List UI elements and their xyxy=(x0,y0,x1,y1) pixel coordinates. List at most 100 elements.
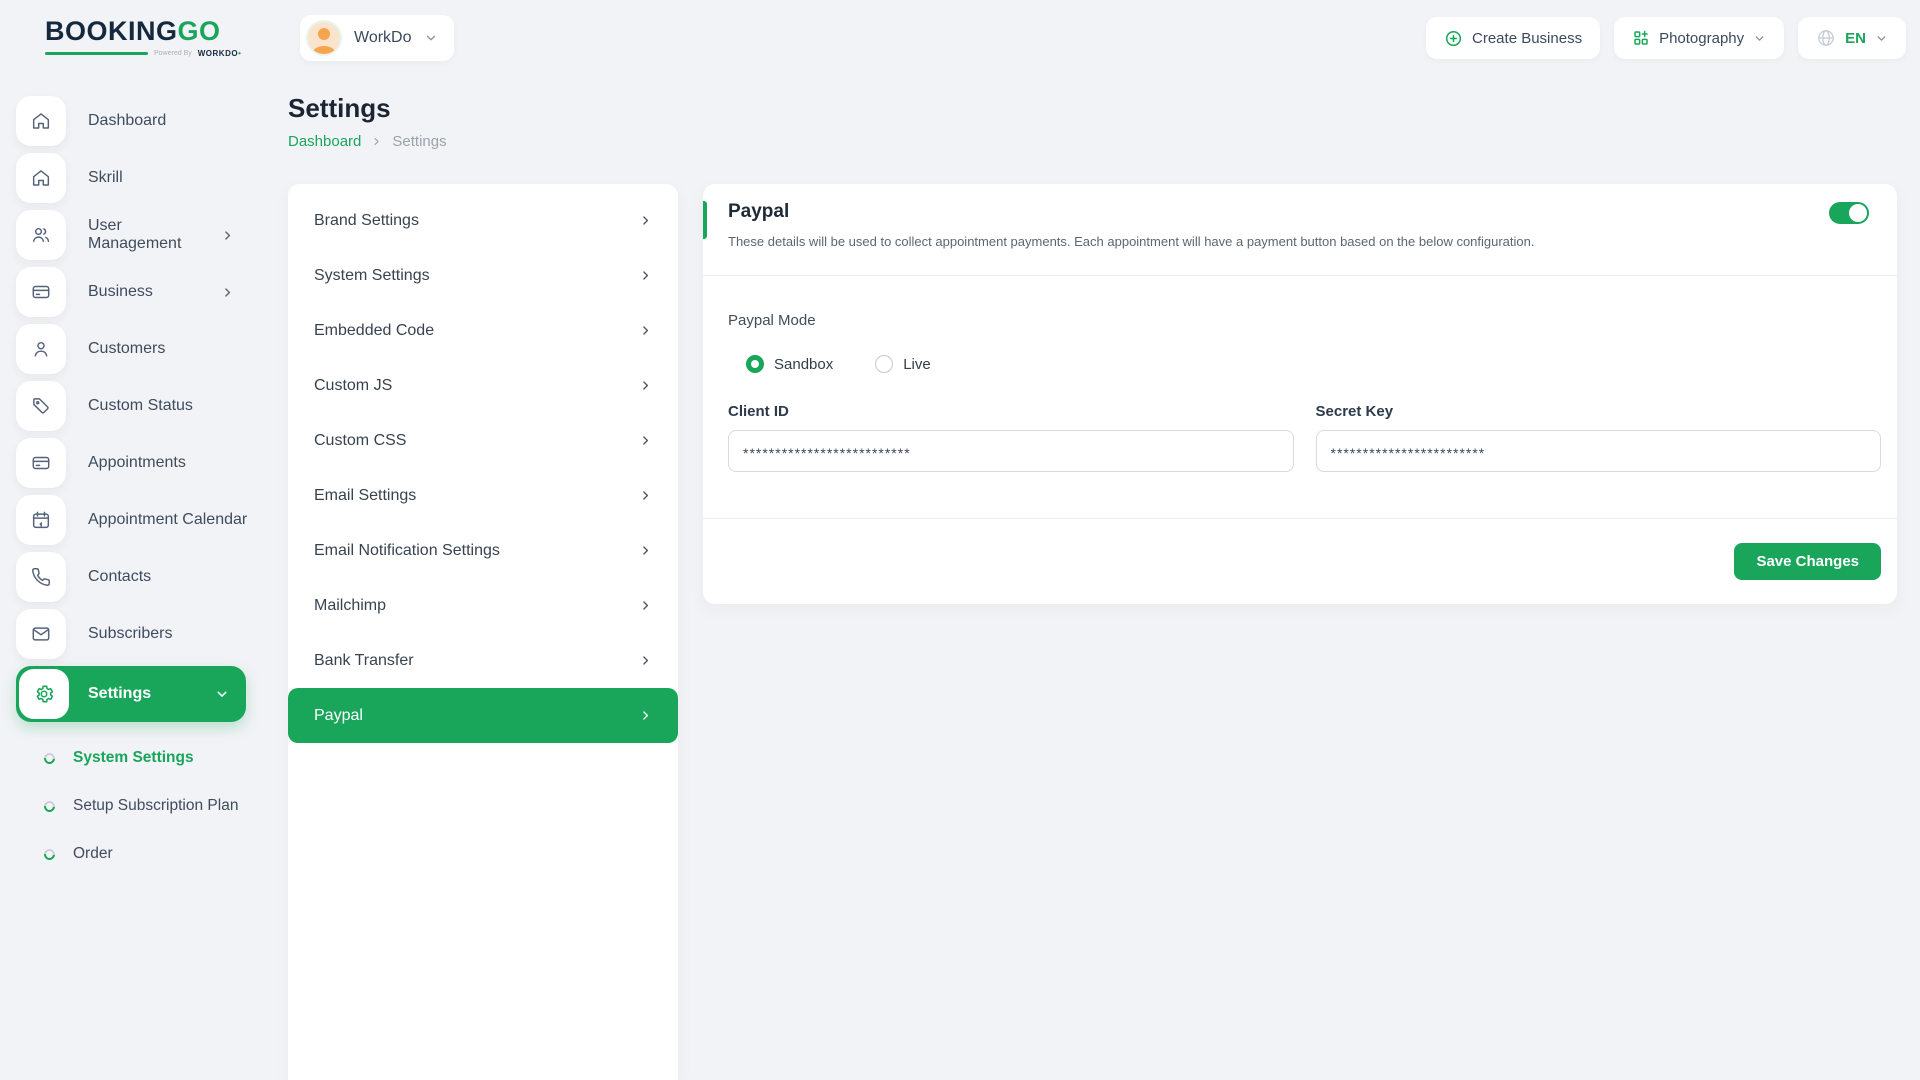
sidebar-item-settings[interactable]: Settings xyxy=(16,666,246,722)
sidebar-item-business[interactable]: Business xyxy=(16,267,280,317)
paypal-enabled-toggle[interactable] xyxy=(1829,202,1869,224)
chevron-right-icon xyxy=(639,324,652,337)
radio-sandbox[interactable]: Sandbox xyxy=(746,355,833,373)
chevron-right-icon xyxy=(639,544,652,557)
sidebar-item-subscribers[interactable]: Subscribers xyxy=(16,609,280,659)
settings-nav-embedded-code[interactable]: Embedded Code xyxy=(288,303,678,358)
chevron-right-icon xyxy=(221,229,234,242)
settings-nav-custom-css[interactable]: Custom CSS xyxy=(288,413,678,468)
sidebar-item-appointments[interactable]: Appointments xyxy=(16,438,280,488)
chevron-right-icon xyxy=(639,434,652,447)
page-title: Settings xyxy=(288,93,1920,124)
sidebar-item-dashboard[interactable]: Dashboard xyxy=(16,96,280,146)
paypal-panel-body: Paypal Mode Sandbox Live Client ID xyxy=(703,276,1897,518)
secret-key-input[interactable] xyxy=(1316,430,1882,472)
workspace-label: WorkDo xyxy=(354,29,412,47)
secret-key-field-group: Secret Key xyxy=(1316,403,1882,472)
users-icon xyxy=(16,210,66,260)
chevron-right-icon xyxy=(639,489,652,502)
sidebar-item-custom-status[interactable]: Custom Status xyxy=(16,381,280,431)
credit-card-icon xyxy=(16,267,66,317)
category-grid-icon xyxy=(1632,29,1650,47)
breadcrumb-current: Settings xyxy=(392,133,446,150)
avatar xyxy=(306,20,342,56)
logo-underline xyxy=(45,52,148,55)
paypal-panel-header: Paypal These details will be used to col… xyxy=(703,184,1897,275)
client-id-label: Client ID xyxy=(728,403,1294,420)
settings-nav-card: Brand Settings System Settings Embedded … xyxy=(288,184,678,1080)
panel-description: These details will be used to collect ap… xyxy=(728,234,1869,249)
logo-powered-by: Powered By WORKDO• xyxy=(45,49,288,58)
main-content: Settings Dashboard Settings Brand Settin… xyxy=(288,76,1920,1080)
sidebar: Dashboard Skrill User Management Busines… xyxy=(0,76,280,1080)
sidebar-subitem-order[interactable]: Order xyxy=(44,839,280,869)
sidebar-item-appointment-calendar[interactable]: Appointment Calendar xyxy=(16,495,280,545)
radio-checked-icon xyxy=(746,355,764,373)
create-business-button[interactable]: Create Business xyxy=(1426,17,1600,59)
radio-live[interactable]: Live xyxy=(875,355,931,373)
chevron-right-icon xyxy=(221,286,234,299)
powered-by-brand: WORKDO• xyxy=(198,49,242,58)
topbar: BOOKINGGO Powered By WORKDO• WorkDo Crea… xyxy=(0,0,1920,76)
chevron-right-icon xyxy=(639,379,652,392)
calendar-icon xyxy=(16,495,66,545)
sidebar-subitem-setup-subscription-plan[interactable]: Setup Subscription Plan xyxy=(44,791,280,821)
paypal-mode-label: Paypal Mode xyxy=(728,312,1881,329)
settings-nav-bank-transfer[interactable]: Bank Transfer xyxy=(288,633,678,688)
bullet-icon xyxy=(42,750,57,765)
chevron-right-icon xyxy=(639,709,652,722)
chevron-down-icon xyxy=(1875,32,1888,45)
language-label: EN xyxy=(1845,30,1866,47)
chevron-right-icon xyxy=(639,654,652,667)
plus-circle-icon xyxy=(1444,29,1463,48)
settings-nav-system-settings[interactable]: System Settings xyxy=(288,248,678,303)
powered-by-label: Powered By xyxy=(154,50,192,57)
logo-accent: GO xyxy=(178,16,221,46)
logo-text: BOOKINGGO xyxy=(45,18,288,45)
mail-icon xyxy=(16,609,66,659)
language-dropdown[interactable]: EN xyxy=(1798,17,1906,59)
settings-nav-email-notification-settings[interactable]: Email Notification Settings xyxy=(288,523,678,578)
sidebar-subitem-system-settings[interactable]: System Settings xyxy=(44,743,280,773)
user-icon xyxy=(16,324,66,374)
radio-unchecked-icon xyxy=(875,355,893,373)
save-changes-button[interactable]: Save Changes xyxy=(1734,543,1881,580)
sidebar-item-user-management[interactable]: User Management xyxy=(16,210,280,260)
bullet-icon xyxy=(42,846,57,861)
bookinggo-logo: BOOKINGGO Powered By WORKDO• xyxy=(45,18,288,58)
create-business-label: Create Business xyxy=(1472,30,1582,47)
globe-icon xyxy=(1816,28,1836,48)
chevron-down-icon xyxy=(215,687,229,701)
credentials-row: Client ID Secret Key xyxy=(728,403,1881,472)
settings-nav-email-settings[interactable]: Email Settings xyxy=(288,468,678,523)
topbar-actions: Create Business Photography EN xyxy=(1426,17,1906,59)
home-icon xyxy=(16,96,66,146)
secret-key-label: Secret Key xyxy=(1316,403,1882,420)
paypal-mode-radio-group: Sandbox Live xyxy=(746,355,1881,373)
chevron-down-icon xyxy=(424,31,438,45)
settings-nav-brand-settings[interactable]: Brand Settings xyxy=(288,193,678,248)
toggle-knob xyxy=(1849,204,1867,222)
sidebar-item-contacts[interactable]: Contacts xyxy=(16,552,280,602)
logo-primary: BOOKING xyxy=(45,16,178,46)
settings-nav-paypal[interactable]: Paypal xyxy=(288,688,678,743)
phone-icon xyxy=(16,552,66,602)
settings-nav-custom-js[interactable]: Custom JS xyxy=(288,358,678,413)
client-id-field-group: Client ID xyxy=(728,403,1294,472)
bullet-icon xyxy=(42,798,57,813)
settings-nav-mailchimp[interactable]: Mailchimp xyxy=(288,578,678,633)
breadcrumb: Dashboard Settings xyxy=(288,133,1920,150)
sidebar-item-skrill[interactable]: Skrill xyxy=(16,153,280,203)
sidebar-item-customers[interactable]: Customers xyxy=(16,324,280,374)
client-id-input[interactable] xyxy=(728,430,1294,472)
panel-title: Paypal xyxy=(728,201,1869,223)
chevron-right-icon xyxy=(639,269,652,282)
chevron-right-icon xyxy=(371,136,382,147)
business-type-dropdown[interactable]: Photography xyxy=(1614,17,1784,59)
paypal-panel: Paypal These details will be used to col… xyxy=(703,184,1897,604)
workspace-dropdown[interactable]: WorkDo xyxy=(300,15,454,61)
tag-icon xyxy=(16,381,66,431)
chevron-right-icon xyxy=(639,214,652,227)
breadcrumb-dashboard-link[interactable]: Dashboard xyxy=(288,133,361,150)
paypal-panel-footer: Save Changes xyxy=(703,519,1897,604)
